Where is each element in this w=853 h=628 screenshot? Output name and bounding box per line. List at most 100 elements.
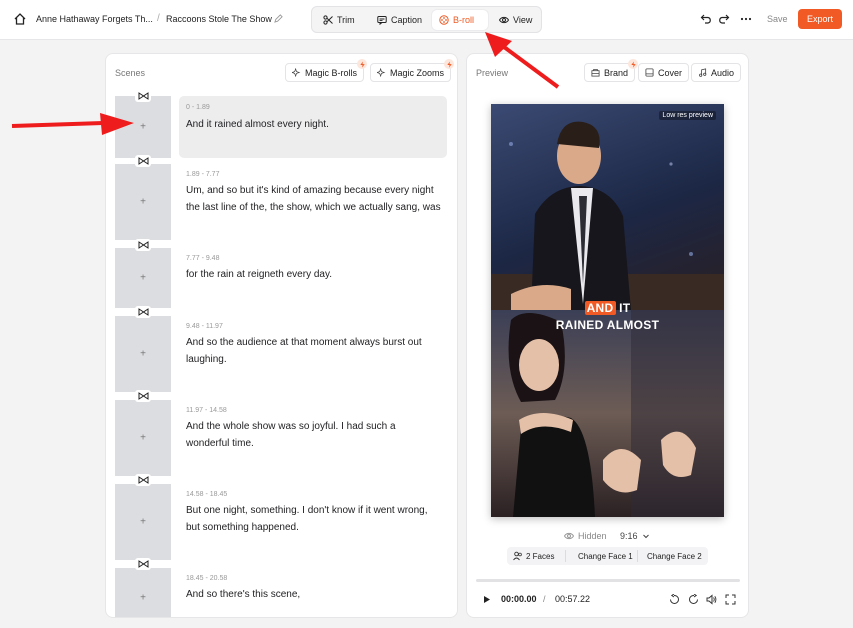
- scene-text[interactable]: And so there's this scene,: [186, 586, 441, 603]
- pencil-icon[interactable]: [274, 14, 283, 23]
- scene-thumbnail[interactable]: +: [115, 400, 171, 476]
- transition-icon[interactable]: [135, 390, 151, 402]
- caption-icon: [377, 16, 387, 25]
- chevron-down-icon: [642, 534, 649, 539]
- breadcrumb-separator: /: [157, 13, 160, 24]
- forward-icon[interactable]: [688, 594, 699, 605]
- caption-line-2: RAINED ALMOST: [555, 318, 660, 332]
- scene-segment[interactable]: 0 - 1.89 And it rained almost every nigh…: [179, 96, 447, 158]
- cover-button[interactable]: Cover: [638, 63, 690, 82]
- top-bar: Anne Hathaway Forgets Th... / Raccoons S…: [0, 0, 853, 40]
- host-figure: [491, 121, 724, 310]
- scenes-panel: Scenes Magic B-rolls Magic Zooms + 0 - 1…: [105, 53, 458, 618]
- add-broll-icon[interactable]: +: [115, 122, 171, 133]
- tab-label: Caption: [391, 15, 423, 25]
- breadcrumb-project[interactable]: Anne Hathaway Forgets Th...: [36, 14, 153, 24]
- transition-icon[interactable]: [135, 306, 151, 318]
- mode-switcher: Trim Caption B-roll View: [311, 6, 542, 33]
- scene-time: 7.77 - 9.48: [186, 255, 220, 262]
- magic-zooms-button[interactable]: Magic Zooms: [370, 59, 455, 82]
- magic-brolls-label: Magic B-rolls: [305, 67, 358, 78]
- scene-thumbnail[interactable]: +: [115, 248, 171, 308]
- sparkle-icon: [377, 68, 386, 77]
- scene-segment[interactable]: 18.45 - 20.58 And so there's this scene,: [179, 568, 447, 617]
- undo-icon[interactable]: [700, 13, 712, 25]
- change-face-1-button[interactable]: Change Face 1: [578, 547, 633, 565]
- faces-button[interactable]: 2 Faces: [513, 547, 554, 565]
- scene-text[interactable]: And the whole show was so joyful. I had …: [186, 418, 441, 452]
- change-face-2-button[interactable]: Change Face 2: [647, 547, 702, 565]
- scene-segment[interactable]: 7.77 - 9.48 for the rain at reigneth eve…: [179, 248, 447, 308]
- add-broll-icon[interactable]: +: [115, 593, 171, 604]
- scene-thumbnail[interactable]: +: [115, 484, 171, 560]
- magic-brolls-button[interactable]: Magic B-rolls: [285, 59, 368, 82]
- add-broll-icon[interactable]: +: [115, 273, 171, 284]
- scene-time: 11.97 - 14.58: [186, 407, 227, 414]
- volume-icon[interactable]: [706, 594, 717, 605]
- add-broll-icon[interactable]: +: [115, 517, 171, 528]
- audio-button[interactable]: Audio: [691, 63, 742, 82]
- scene-time: 18.45 - 20.58: [186, 575, 228, 582]
- scene-thumbnail[interactable]: +: [115, 568, 171, 617]
- cover-icon: [645, 68, 654, 77]
- scene-segment[interactable]: 9.48 - 11.97 And so the audience at that…: [179, 316, 447, 392]
- tab-trim[interactable]: Trim: [316, 10, 362, 30]
- faces-toolbar: 2 Faces Change Face 1 Change Face 2: [507, 547, 708, 565]
- tab-caption[interactable]: Caption: [370, 10, 429, 30]
- caption-word: IT: [619, 301, 631, 315]
- broll-icon: [439, 15, 449, 25]
- aspect-ratio-select[interactable]: 9:16: [620, 531, 650, 541]
- play-icon[interactable]: [481, 594, 492, 605]
- current-time: 00:00.00: [501, 594, 537, 604]
- add-broll-icon[interactable]: +: [115, 349, 171, 360]
- transition-icon[interactable]: [135, 474, 151, 486]
- divider: [637, 550, 638, 562]
- save-button[interactable]: Save: [767, 14, 788, 24]
- redo-icon[interactable]: [718, 13, 730, 25]
- tab-broll[interactable]: B-roll: [432, 10, 488, 30]
- scene-segment[interactable]: 1.89 - 7.77 Um, and so but it's kind of …: [179, 164, 447, 240]
- scene-segment[interactable]: 11.97 - 14.58 And the whole show was so …: [179, 400, 447, 476]
- transition-icon[interactable]: [135, 239, 151, 251]
- divider: [565, 550, 566, 562]
- add-broll-icon[interactable]: +: [115, 197, 171, 208]
- lightning-icon: [444, 59, 455, 69]
- duration: 00:57.22: [555, 594, 591, 604]
- export-button[interactable]: Export: [798, 9, 842, 29]
- tab-view[interactable]: View: [492, 10, 539, 30]
- brand-icon: [591, 68, 600, 77]
- add-broll-icon[interactable]: +: [115, 433, 171, 444]
- rewind-icon[interactable]: [669, 594, 680, 605]
- guest-figure: [508, 310, 724, 517]
- faces-icon: [513, 551, 522, 561]
- scene-text[interactable]: Um, and so but it's kind of amazing beca…: [186, 182, 441, 216]
- transition-icon[interactable]: [135, 90, 151, 102]
- scene-thumbnail[interactable]: +: [115, 316, 171, 392]
- scene-time: 14.58 - 18.45: [186, 491, 228, 498]
- brand-button[interactable]: Brand: [584, 59, 639, 82]
- hidden-toggle[interactable]: Hidden: [564, 531, 607, 541]
- magic-zooms-label: Magic Zooms: [390, 67, 445, 78]
- scene-segment[interactable]: 14.58 - 18.45 But one night, something. …: [179, 484, 447, 560]
- scene-text[interactable]: But one night, something. I don't know i…: [186, 502, 441, 536]
- preview-title: Preview: [476, 68, 509, 78]
- lightning-icon: [357, 59, 368, 69]
- hidden-label: Hidden: [578, 531, 607, 541]
- transition-icon[interactable]: [135, 558, 151, 570]
- scene-text[interactable]: for the rain at reigneth every day.: [186, 266, 441, 283]
- progress-bar[interactable]: [476, 579, 740, 582]
- scissors-icon: [323, 15, 333, 25]
- scene-thumbnail[interactable]: +: [115, 96, 171, 158]
- transition-icon[interactable]: [135, 155, 151, 167]
- breadcrumb-clip[interactable]: Raccoons Stole The Show: [166, 14, 272, 24]
- lightning-icon: [628, 59, 639, 69]
- scene-text[interactable]: And so the audience at that moment alway…: [186, 334, 441, 368]
- video-preview[interactable]: Low res preview AND IT RAINED ALMOST: [491, 104, 724, 517]
- fullscreen-icon[interactable]: [725, 594, 736, 605]
- scene-text[interactable]: And it rained almost every night.: [186, 116, 441, 133]
- home-icon[interactable]: [13, 12, 27, 26]
- cover-label: Cover: [658, 67, 683, 78]
- music-icon: [699, 68, 707, 77]
- more-icon[interactable]: [740, 13, 752, 25]
- scene-thumbnail[interactable]: +: [115, 164, 171, 240]
